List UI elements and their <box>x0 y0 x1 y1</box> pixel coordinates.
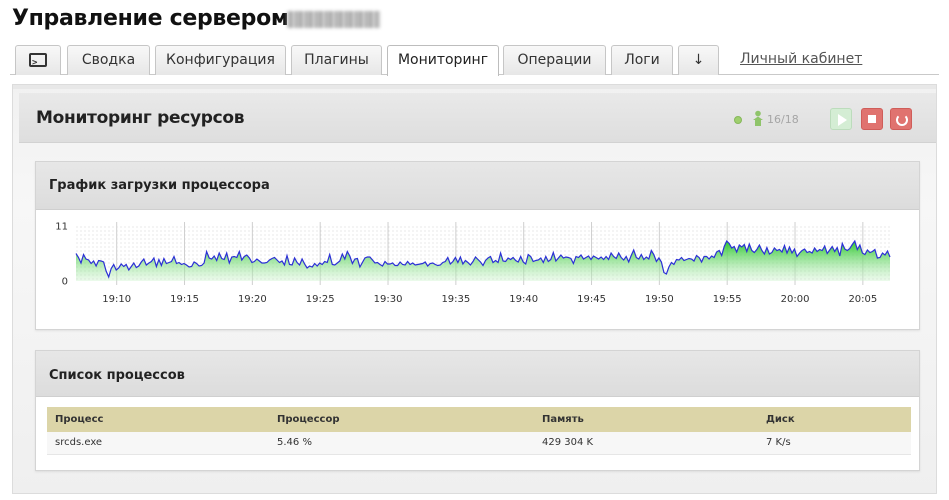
server-name-blurred <box>287 11 380 28</box>
cpu-load-chart: 11 0 19:10 19:15 19:20 19:25 19:30 19:35 19:40 1… <box>55 222 891 305</box>
x-tick-label: 20:00 <box>781 294 810 305</box>
players-count: 16/18 <box>767 113 799 126</box>
x-tick-label: 19:40 <box>509 294 538 305</box>
col-disk: Диск <box>758 407 911 432</box>
tab-plugins[interactable]: Плагины <box>291 45 382 75</box>
tab-logs[interactable]: Логи <box>611 45 673 75</box>
cabinet-link[interactable]: Личный кабинет <box>740 51 862 67</box>
process-panel-header: Список процессов <box>36 351 919 397</box>
start-button[interactable] <box>830 108 852 130</box>
x-tick-label: 20:05 <box>848 294 877 305</box>
x-tick-label: 19:20 <box>238 294 267 305</box>
col-memory: Память <box>534 407 758 432</box>
monitoring-title: Мониторинг ресурсов <box>36 108 245 128</box>
stop-button[interactable] <box>861 108 883 130</box>
tab-configuration[interactable]: Конфигурация <box>155 45 286 75</box>
x-tick-label: 19:45 <box>577 294 606 305</box>
x-tick-label: 19:50 <box>645 294 674 305</box>
console-icon <box>29 49 47 78</box>
cpu-panel-header: График загрузки процессора <box>36 162 919 210</box>
process-table: Процесс Процессор Память Диск srcds.exe … <box>47 407 911 455</box>
x-tick-label: 19:15 <box>170 294 199 305</box>
x-tick-label: 19:25 <box>306 294 335 305</box>
players-icon <box>753 110 763 126</box>
y-tick-label: 11 <box>55 222 68 233</box>
col-cpu: Процессор <box>269 407 534 432</box>
x-tick-label: 19:10 <box>102 294 131 305</box>
tab-monitoring[interactable]: Мониторинг <box>387 45 499 76</box>
tab-summary[interactable]: Сводка <box>67 45 150 75</box>
process-panel-title: Список процессов <box>49 368 185 383</box>
page-title: Управление сервером <box>12 6 289 31</box>
x-tick-label: 19:30 <box>374 294 403 305</box>
table-row[interactable]: srcds.exe 5.46 % 429 304 K 7 K/s <box>47 432 911 455</box>
tab-operations[interactable]: Операции <box>503 45 606 75</box>
x-tick-label: 19:55 <box>713 294 742 305</box>
tab-console[interactable] <box>15 45 61 78</box>
y-tick-label: 0 <box>62 277 68 288</box>
col-process: Процесс <box>47 407 269 432</box>
process-table-header: Процесс Процессор Память Диск <box>47 407 911 432</box>
cpu-panel: График загрузки процессора 11 0 19:10 19:1… <box>35 161 920 330</box>
process-name: srcds.exe <box>47 432 269 455</box>
process-disk: 7 K/s <box>758 432 911 455</box>
x-tick-label: 19:35 <box>441 294 470 305</box>
cpu-panel-title: График загрузки процессора <box>49 178 270 193</box>
restart-button[interactable] <box>890 108 912 130</box>
tab-download[interactable]: ↓ <box>678 45 719 75</box>
process-cpu: 5.46 % <box>269 432 534 455</box>
process-memory: 429 304 K <box>534 432 758 455</box>
process-panel: Список процессов Процесс Процессор Памят… <box>35 350 920 471</box>
server-status-dot <box>734 116 742 124</box>
